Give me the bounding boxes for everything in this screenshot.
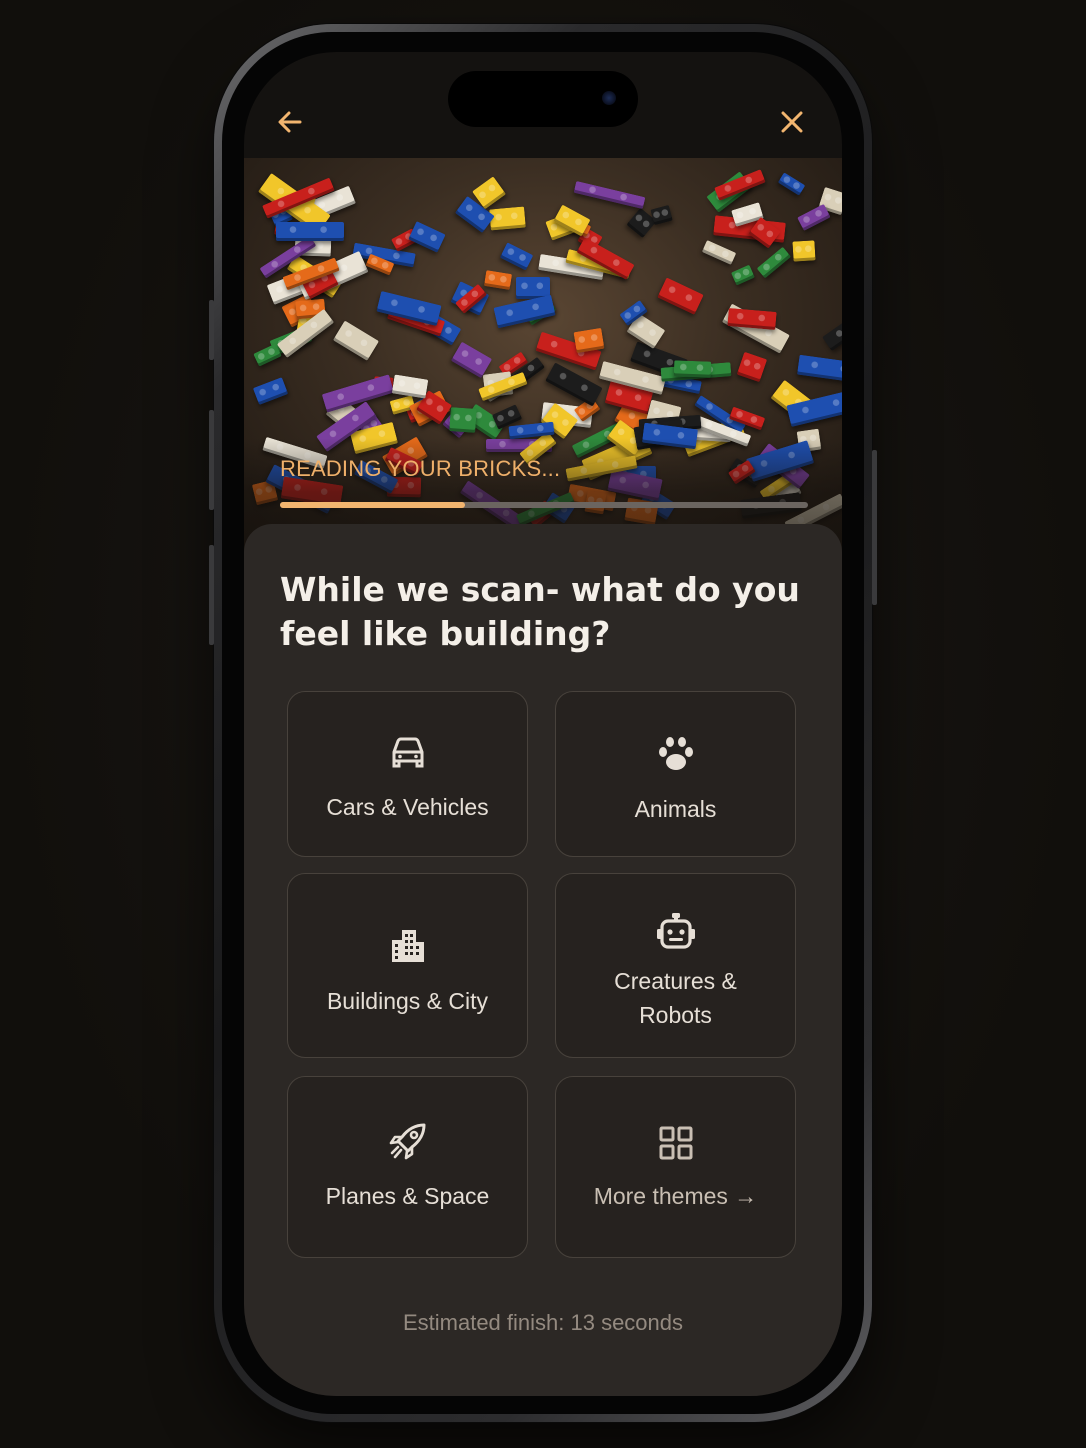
theme-card-cars[interactable]: Cars & Vehicles xyxy=(287,691,528,857)
buildings-icon xyxy=(386,924,430,968)
arrow-left-icon xyxy=(278,111,302,133)
close-icon xyxy=(781,111,803,133)
theme-sheet: While we scan- what do you feel like bui… xyxy=(244,524,842,1396)
power-button xyxy=(872,450,877,605)
brick xyxy=(499,242,534,271)
theme-card-animals[interactable]: Animals xyxy=(555,691,796,857)
brick xyxy=(736,352,768,383)
brick xyxy=(450,341,493,378)
grid-icon xyxy=(654,1121,698,1165)
theme-card-robots[interactable]: Creatures & Robots xyxy=(555,873,796,1058)
camera-icon xyxy=(602,91,616,105)
more-themes-card[interactable]: More themes → xyxy=(555,1076,796,1258)
brick xyxy=(275,221,344,242)
theme-label: Animals xyxy=(634,796,717,822)
theme-card-space[interactable]: Planes & Space xyxy=(287,1076,528,1258)
brick xyxy=(792,240,816,263)
brick xyxy=(484,269,512,290)
rocket-icon xyxy=(386,1119,430,1163)
theme-card-buildings[interactable]: Buildings & City xyxy=(287,873,528,1058)
theme-label: Creatures & Robots xyxy=(614,968,737,1028)
app-screen: READING YOUR BRICKS... While we scan- wh… xyxy=(244,52,842,1396)
brick xyxy=(797,204,831,232)
volume-down-button xyxy=(209,545,214,645)
brick xyxy=(701,240,737,266)
paw-icon xyxy=(654,732,698,776)
scan-status: READING YOUR BRICKS... xyxy=(280,456,561,481)
brick xyxy=(488,206,526,231)
brick xyxy=(650,205,674,226)
theme-label: Planes & Space xyxy=(325,1183,490,1209)
brick xyxy=(252,376,289,405)
brick xyxy=(821,300,842,352)
scan-progress-bar xyxy=(280,502,808,508)
car-icon xyxy=(386,730,430,774)
robot-icon xyxy=(654,910,698,954)
brick xyxy=(657,277,704,315)
action-button xyxy=(209,300,214,360)
more-themes-label: More themes → xyxy=(593,1183,758,1209)
brick xyxy=(573,181,646,210)
brick xyxy=(756,246,792,279)
brick xyxy=(573,327,604,353)
dynamic-island xyxy=(448,71,638,127)
theme-label: Cars & Vehicles xyxy=(326,794,489,820)
estimated-finish: Estimated finish: 13 seconds xyxy=(402,1310,684,1335)
brick xyxy=(449,407,478,433)
backdrop: READING YOUR BRICKS... While we scan- wh… xyxy=(0,0,1086,1448)
scan-progress-fill xyxy=(280,502,465,508)
brick xyxy=(797,354,842,384)
back-button[interactable] xyxy=(270,102,310,142)
brick xyxy=(730,264,756,287)
bricks-photo xyxy=(244,158,842,558)
sheet-title: While we scan- what do you feel like bui… xyxy=(280,570,800,653)
brick xyxy=(673,360,711,378)
brick xyxy=(391,374,429,399)
brick xyxy=(408,221,447,253)
brick xyxy=(333,320,379,361)
brick xyxy=(777,172,806,197)
close-button[interactable] xyxy=(772,102,812,142)
theme-label: Buildings & City xyxy=(326,988,489,1014)
volume-up-button xyxy=(209,410,214,510)
brick xyxy=(493,294,556,328)
